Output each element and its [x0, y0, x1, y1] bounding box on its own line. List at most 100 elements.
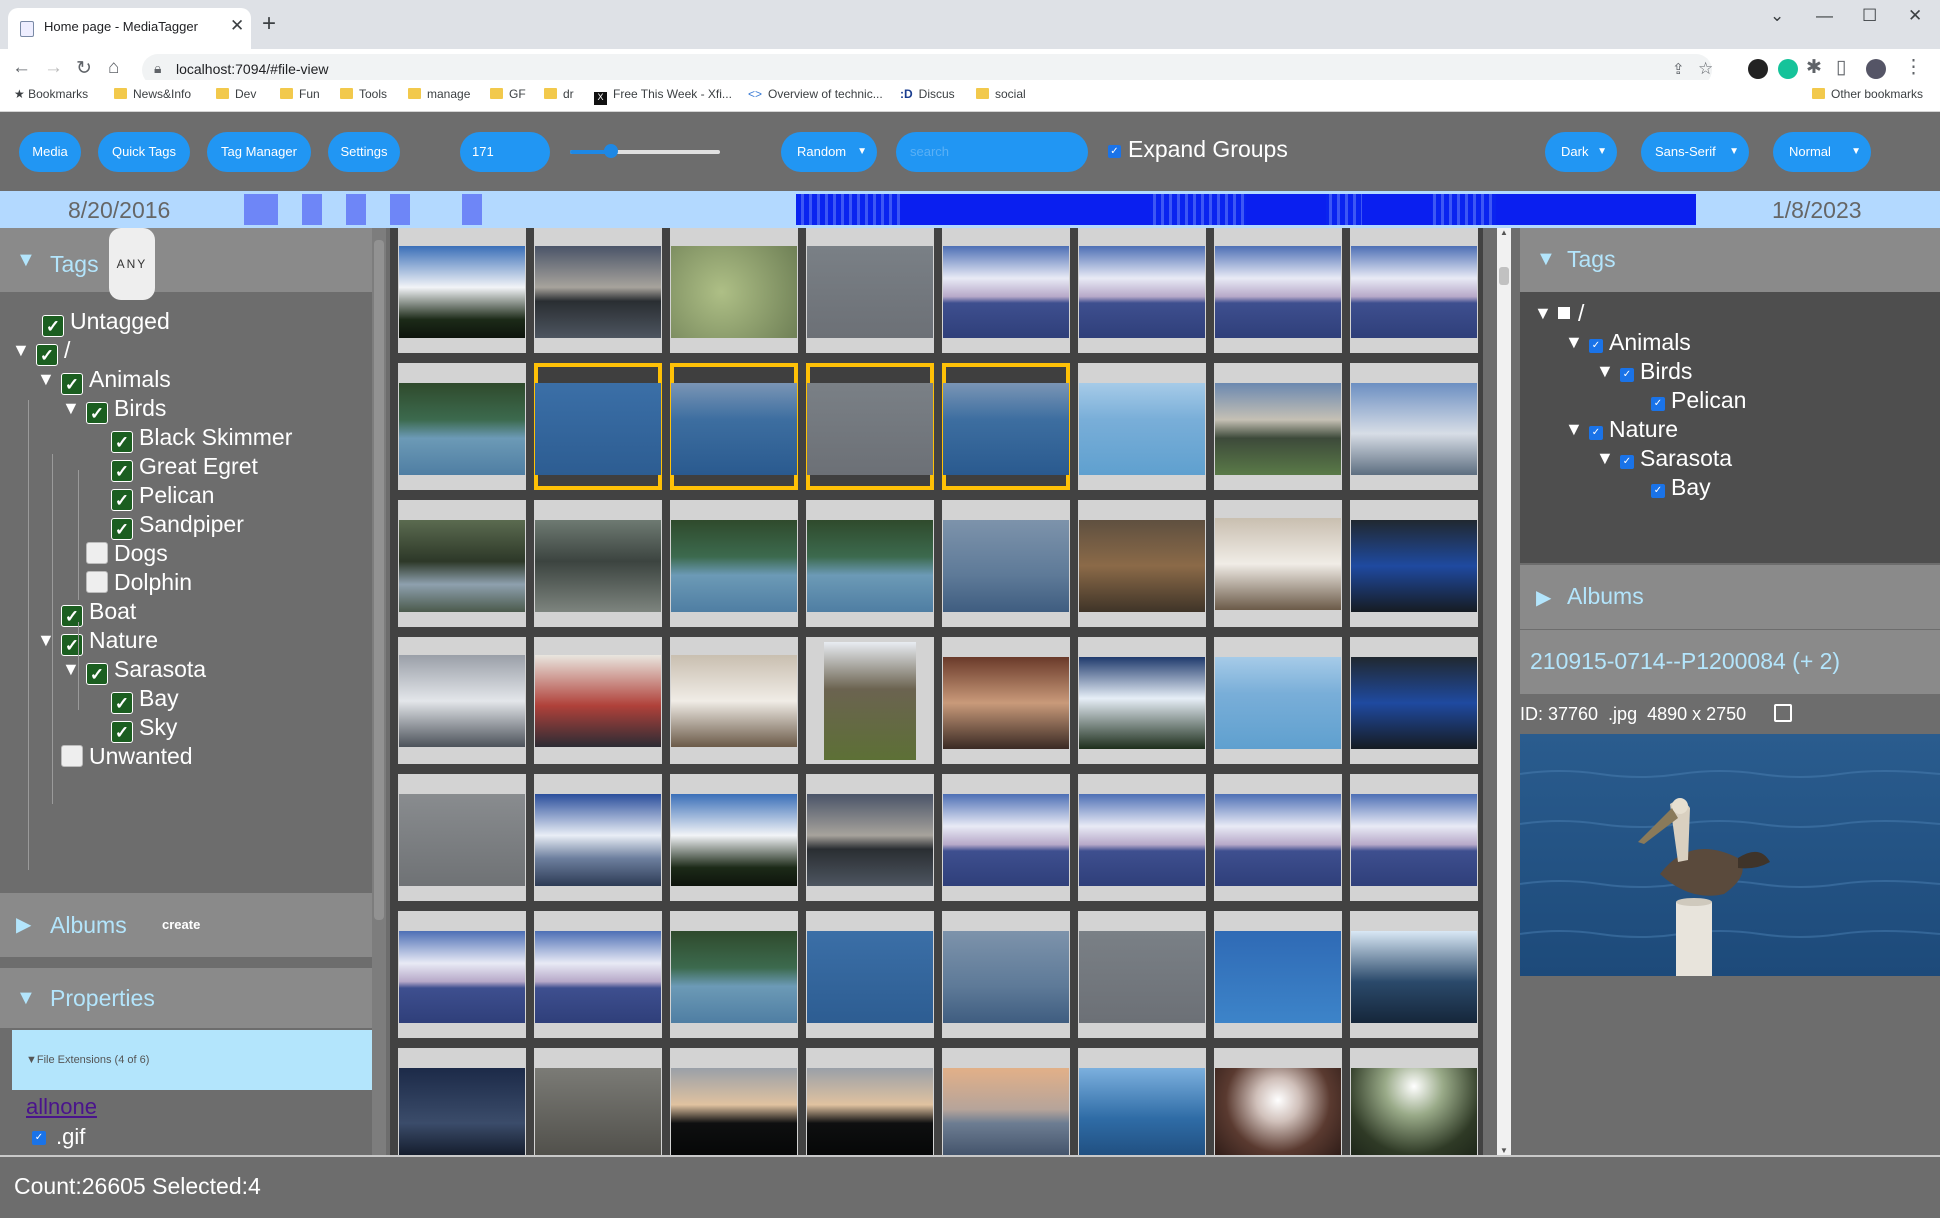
scroll-down-icon[interactable]: ▼ [1500, 1146, 1508, 1155]
media-thumbnail[interactable] [534, 228, 662, 353]
media-thumbnail[interactable] [670, 637, 798, 764]
media-thumbnail[interactable] [670, 500, 798, 627]
maximize-icon[interactable]: ☐ [1862, 6, 1877, 26]
selected-tag-checkbox[interactable]: ✓ [1589, 426, 1603, 440]
expand-triangle-icon[interactable]: ▼ [1565, 332, 1589, 353]
tag-tree-item[interactable]: ▼ ✓ Sarasota [62, 656, 206, 686]
tag-tree-item[interactable]: ▼ ✓ Animals [37, 366, 171, 396]
share-icon[interactable]: ⇪ [1672, 60, 1685, 78]
sort-select[interactable]: Random ▼ [781, 132, 877, 172]
tag-checkbox[interactable]: ✓ [111, 489, 133, 511]
media-thumbnail[interactable] [1078, 1048, 1206, 1155]
media-thumbnail[interactable] [534, 637, 662, 764]
grid-scrollbar-thumb[interactable] [1499, 267, 1509, 285]
media-thumbnail[interactable] [806, 1048, 934, 1155]
bookmark-item[interactable]: <> Overview of technic... [748, 87, 883, 101]
timeline-bar[interactable] [1496, 194, 1696, 225]
expand-triangle-icon[interactable]: ▼ [1534, 303, 1558, 324]
media-thumbnail[interactable] [670, 363, 798, 490]
tag-tree-item[interactable]: ✓ Bay [87, 685, 179, 715]
media-thumbnail[interactable] [942, 774, 1070, 901]
date-timeline[interactable]: 8/20/2016 1/8/2023 [0, 191, 1940, 228]
other-bookmarks[interactable]: Other bookmarks [1812, 87, 1923, 101]
media-thumbnail[interactable] [1350, 911, 1478, 1038]
tag-checkbox[interactable]: ✓ [111, 460, 133, 482]
tag-checkbox[interactable]: ✓ [111, 518, 133, 540]
close-window-icon[interactable]: ✕ [1908, 6, 1922, 26]
media-thumbnail[interactable] [670, 774, 798, 901]
media-thumbnail[interactable] [806, 363, 934, 490]
selected-tag-checkbox[interactable]: ✓ [1651, 397, 1665, 411]
media-thumbnail[interactable] [942, 911, 1070, 1038]
timeline-bar[interactable] [462, 194, 482, 225]
bookmark-item[interactable]: :D Discus [900, 87, 955, 101]
tag-tree-item[interactable]: ✓ Black Skimmer [87, 424, 292, 454]
selected-tag-item[interactable]: ▼ ✓ Sarasota [1596, 445, 1732, 475]
media-thumbnail[interactable] [1214, 363, 1342, 490]
tag-tree-item[interactable]: ▼ ✓ Nature [37, 627, 158, 657]
extension-icon[interactable] [1748, 59, 1768, 79]
media-thumbnail[interactable] [398, 637, 526, 764]
media-thumbnail[interactable] [670, 1048, 798, 1155]
timeline-bar[interactable] [346, 194, 366, 225]
sidepanel-icon[interactable]: ▯ [1836, 56, 1846, 79]
bookmark-item[interactable]: ★ Bookmarks [14, 87, 88, 101]
back-icon[interactable]: ← [12, 57, 31, 79]
media-thumbnail[interactable] [534, 363, 662, 490]
bookmark-item[interactable]: Tools [340, 87, 387, 101]
tag-tree-item[interactable]: ✓ Sandpiper [87, 511, 244, 541]
root-square-icon[interactable] [1558, 307, 1570, 319]
selected-tag-checkbox[interactable]: ✓ [1651, 484, 1665, 498]
bookmark-item[interactable]: News&Info [114, 87, 191, 101]
media-thumbnail[interactable] [1350, 774, 1478, 901]
media-thumbnail[interactable] [1214, 637, 1342, 764]
media-thumbnail[interactable] [534, 774, 662, 901]
media-thumbnail[interactable] [1214, 911, 1342, 1038]
create-album-link[interactable]: create [162, 893, 200, 957]
menu-icon[interactable]: ⋮ [1904, 56, 1923, 79]
albums-section-header[interactable]: ▶ Albums create [0, 893, 372, 957]
expand-triangle-icon[interactable]: ▼ [1596, 361, 1620, 382]
close-tab-icon[interactable]: ✕ [230, 16, 244, 36]
bookmark-item[interactable]: Fun [280, 87, 320, 101]
media-thumbnail[interactable] [1214, 500, 1342, 627]
tag-manager-button[interactable]: Tag Manager [207, 132, 311, 172]
media-thumbnail[interactable] [398, 500, 526, 627]
tag-checkbox[interactable]: ✓ [61, 605, 83, 627]
tag-checkbox[interactable]: ✓ [42, 315, 64, 337]
timeline-bar[interactable] [302, 194, 322, 225]
timeline-bar[interactable] [1246, 194, 1326, 225]
media-thumbnail[interactable] [942, 637, 1070, 764]
media-thumbnail[interactable] [1350, 228, 1478, 353]
new-tab-icon[interactable]: + [262, 10, 276, 38]
puzzle-icon[interactable]: ✱ [1806, 56, 1822, 79]
tag-tree-item[interactable]: ▼ ✓ / [12, 337, 70, 367]
selected-tag-checkbox[interactable]: ✓ [1620, 368, 1634, 382]
quick-tags-button[interactable]: Quick Tags [98, 132, 190, 172]
avatar[interactable] [1866, 59, 1886, 79]
tag-tree-item[interactable]: Unwanted [37, 743, 193, 773]
selected-tag-item[interactable]: ▼ / [1534, 300, 1584, 330]
media-thumbnail[interactable] [398, 363, 526, 490]
media-thumbnail[interactable] [1078, 637, 1206, 764]
expand-groups-checkbox[interactable]: ✓ [1108, 145, 1121, 158]
selected-tag-item[interactable]: ✓ Bay [1627, 474, 1711, 504]
bookmark-item[interactable]: Dev [216, 87, 256, 101]
selected-tag-item[interactable]: ▼ ✓ Animals [1565, 329, 1691, 359]
bookmark-item[interactable]: social [976, 87, 1026, 101]
reload-icon[interactable]: ↻ [76, 57, 92, 80]
scroll-up-icon[interactable]: ▲ [1500, 228, 1508, 237]
tag-checkbox[interactable] [86, 542, 108, 564]
tab-search-icon[interactable]: ⌄ [1770, 6, 1784, 26]
timeline-bar[interactable] [1362, 194, 1432, 225]
media-thumbnail[interactable] [398, 228, 526, 353]
media-thumbnail[interactable] [398, 911, 526, 1038]
media-thumbnail[interactable] [670, 911, 798, 1038]
properties-section-header[interactable]: ▼ Properties [0, 968, 372, 1028]
tag-checkbox[interactable]: ✓ [36, 344, 58, 366]
any-badge[interactable]: ANY [108, 228, 156, 300]
media-thumbnail[interactable] [942, 1048, 1070, 1155]
tag-checkbox[interactable]: ✓ [86, 402, 108, 424]
tag-tree-item[interactable]: ✓ Untagged [12, 308, 170, 338]
minimize-icon[interactable]: — [1816, 6, 1833, 26]
